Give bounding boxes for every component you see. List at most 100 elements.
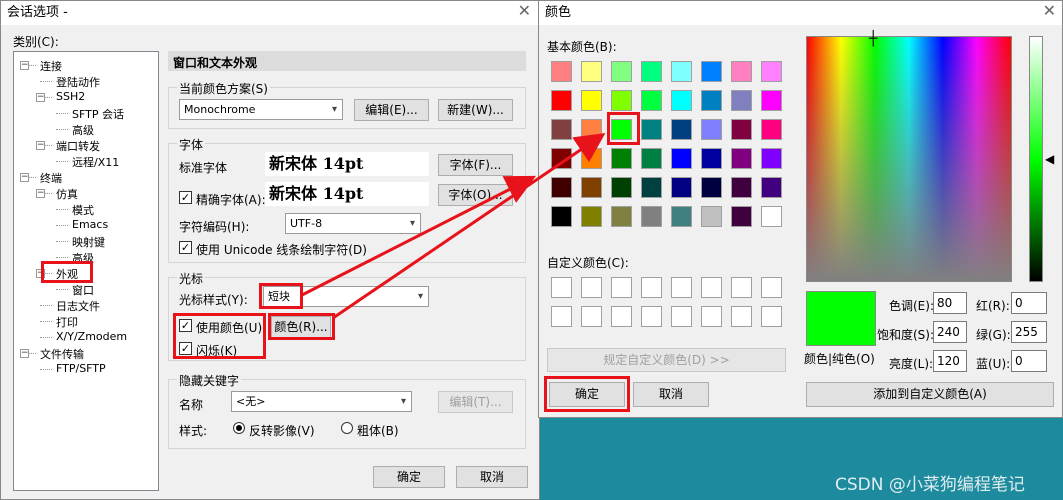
tree-item[interactable]: FTP/SFTP	[56, 362, 106, 375]
color-spectrum[interactable]	[806, 36, 1012, 282]
basic-color-swatch[interactable]	[641, 119, 662, 140]
basic-color-swatch[interactable]	[671, 119, 692, 140]
basic-color-swatch[interactable]	[641, 177, 662, 198]
basic-color-swatch[interactable]	[581, 148, 602, 169]
tree-item[interactable]: X/Y/Zmodem	[56, 330, 127, 343]
tree-item[interactable]: 日志文件	[56, 298, 100, 314]
custom-color-swatch[interactable]	[611, 306, 632, 327]
hue-input[interactable]: 80	[933, 292, 967, 314]
basic-color-swatch[interactable]	[671, 177, 692, 198]
collapse-icon[interactable]: −	[20, 61, 29, 70]
tree-item[interactable]: SFTP 会话	[72, 106, 124, 122]
precise-font-checkbox[interactable]: ✓	[179, 191, 192, 204]
define-custom-button[interactable]: 规定自定义颜色(D) >>	[547, 348, 786, 372]
basic-color-swatch[interactable]	[761, 206, 782, 227]
reverse-radio[interactable]	[233, 422, 245, 434]
red-input[interactable]: 0	[1011, 292, 1047, 314]
unicode-checkbox[interactable]: ✓	[179, 241, 192, 254]
basic-color-swatch[interactable]	[551, 119, 572, 140]
new-scheme-button[interactable]: 新建(W)...	[438, 99, 513, 121]
basic-color-swatch[interactable]	[671, 148, 692, 169]
tree-item[interactable]: 登陆动作	[56, 74, 100, 90]
collapse-icon[interactable]: −	[36, 189, 45, 198]
basic-color-swatch[interactable]	[611, 206, 632, 227]
basic-color-swatch[interactable]	[761, 177, 782, 198]
luminance-arrow-icon[interactable]: ◀	[1045, 152, 1054, 166]
basic-color-swatch[interactable]	[641, 61, 662, 82]
basic-color-swatch[interactable]	[581, 206, 602, 227]
tree-item[interactable]: 终端	[40, 170, 62, 186]
close-icon[interactable]: ✕	[1043, 1, 1056, 20]
custom-color-swatch[interactable]	[701, 306, 722, 327]
collapse-icon[interactable]: −	[20, 349, 29, 358]
custom-color-swatch[interactable]	[641, 306, 662, 327]
color-cancel-button[interactable]: 取消	[633, 382, 709, 407]
basic-color-swatch[interactable]	[671, 206, 692, 227]
scheme-combo[interactable]: Monochrome ▾	[179, 99, 343, 120]
tree-item[interactable]: 连接	[40, 58, 62, 74]
basic-color-swatch[interactable]	[761, 61, 782, 82]
basic-color-swatch[interactable]	[581, 119, 602, 140]
tree-item[interactable]: 仿真	[56, 186, 78, 202]
custom-color-swatch[interactable]	[701, 277, 722, 298]
blue-input[interactable]: 0	[1011, 350, 1047, 372]
custom-color-swatch[interactable]	[731, 306, 752, 327]
tree-item[interactable]: 高级	[72, 122, 94, 138]
basic-color-swatch[interactable]	[701, 90, 722, 111]
name-combo[interactable]: <无> ▾	[231, 391, 412, 412]
basic-color-swatch[interactable]	[581, 90, 602, 111]
basic-color-swatch[interactable]	[641, 206, 662, 227]
ok-button[interactable]: 确定	[373, 466, 445, 488]
basic-color-swatch[interactable]	[641, 148, 662, 169]
edit-keyword-button[interactable]: 编辑(T)...	[438, 391, 513, 413]
basic-color-swatch[interactable]	[551, 177, 572, 198]
collapse-icon[interactable]: −	[20, 173, 29, 182]
custom-color-swatch[interactable]	[671, 306, 692, 327]
basic-color-swatch[interactable]	[551, 206, 572, 227]
close-icon[interactable]: ✕	[518, 1, 531, 20]
tree-item[interactable]: SSH2	[56, 90, 85, 103]
basic-color-swatch[interactable]	[551, 148, 572, 169]
tree-item[interactable]: 文件传输	[40, 346, 84, 362]
basic-color-swatch[interactable]	[551, 90, 572, 111]
custom-color-swatch[interactable]	[761, 277, 782, 298]
tree-item[interactable]: Emacs	[72, 218, 108, 231]
lum-input[interactable]: 120	[933, 350, 967, 372]
basic-color-swatch[interactable]	[581, 177, 602, 198]
basic-color-swatch[interactable]	[731, 148, 752, 169]
font-o-button[interactable]: 字体(O)...	[438, 184, 513, 206]
add-custom-button[interactable]: 添加到自定义颜色(A)	[806, 382, 1054, 407]
basic-color-swatch[interactable]	[611, 90, 632, 111]
basic-color-swatch[interactable]	[701, 206, 722, 227]
font-f-button[interactable]: 字体(F)...	[438, 154, 513, 176]
custom-color-swatch[interactable]	[581, 277, 602, 298]
tree-item[interactable]: 端口转发	[56, 138, 100, 154]
basic-color-swatch[interactable]	[731, 177, 752, 198]
encoding-combo[interactable]: UTF-8 ▾	[285, 213, 421, 234]
basic-color-swatch[interactable]	[611, 61, 632, 82]
custom-color-swatch[interactable]	[731, 277, 752, 298]
tree-item[interactable]: 打印	[56, 314, 78, 330]
basic-color-swatch[interactable]	[701, 119, 722, 140]
basic-color-swatch[interactable]	[671, 90, 692, 111]
basic-color-swatch[interactable]	[701, 61, 722, 82]
tree-item[interactable]: 远程/X11	[72, 154, 119, 170]
basic-color-swatch[interactable]	[701, 148, 722, 169]
basic-color-swatch[interactable]	[731, 61, 752, 82]
basic-color-swatch[interactable]	[581, 61, 602, 82]
basic-color-swatch[interactable]	[761, 119, 782, 140]
custom-color-swatch[interactable]	[761, 306, 782, 327]
custom-color-swatch[interactable]	[581, 306, 602, 327]
basic-color-swatch[interactable]	[671, 61, 692, 82]
luminance-bar[interactable]	[1029, 36, 1043, 282]
edit-scheme-button[interactable]: 编辑(E)...	[354, 99, 429, 121]
basic-color-swatch[interactable]	[611, 148, 632, 169]
collapse-icon[interactable]: −	[36, 93, 45, 102]
basic-color-swatch[interactable]	[731, 119, 752, 140]
basic-color-swatch[interactable]	[761, 148, 782, 169]
sat-input[interactable]: 240	[933, 321, 967, 343]
tree-item[interactable]: 窗口	[72, 282, 94, 298]
basic-color-swatch[interactable]	[731, 206, 752, 227]
basic-color-swatch[interactable]	[731, 90, 752, 111]
basic-color-swatch[interactable]	[641, 90, 662, 111]
